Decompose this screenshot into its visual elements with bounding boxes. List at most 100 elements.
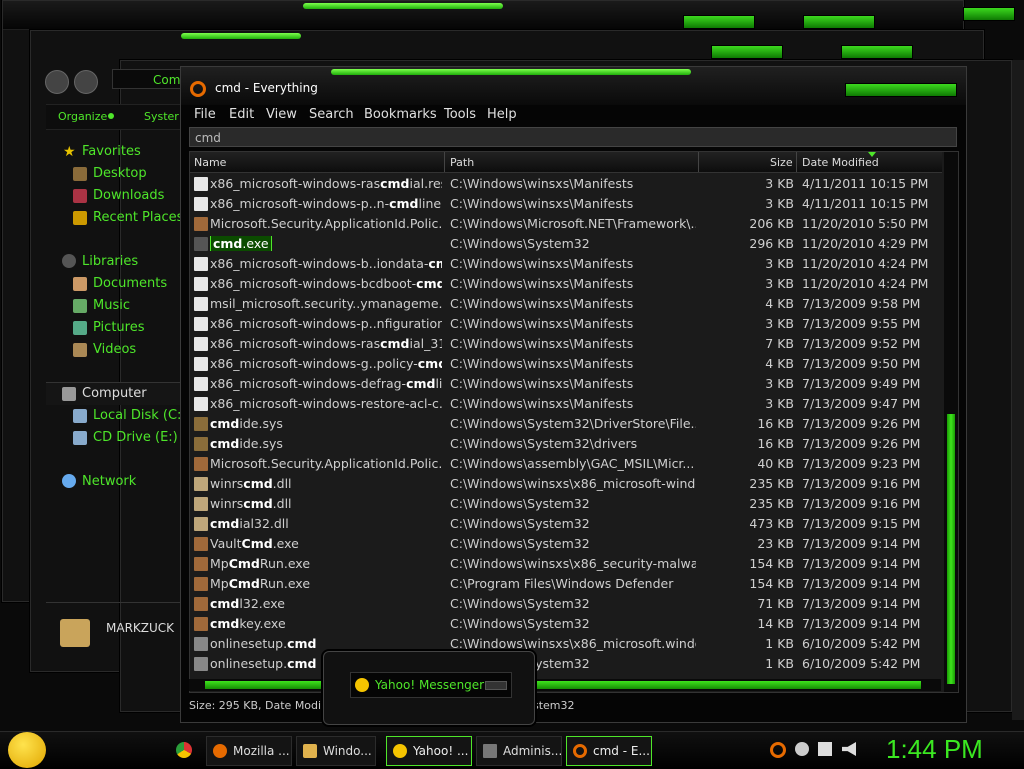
table-row[interactable]: x86_microsoft-windows-rascmdial_31... C:\… xyxy=(190,334,942,354)
start-button[interactable] xyxy=(8,732,46,768)
app-icon xyxy=(194,537,208,551)
nav-local-disk[interactable]: Local Disk (C:) xyxy=(93,408,186,423)
menu-file[interactable]: File xyxy=(194,107,216,122)
tray-search-icon[interactable] xyxy=(770,742,786,758)
taskbar-item-yahoo[interactable]: Yahoo! ... xyxy=(386,736,472,766)
results-rows: x86_microsoft-windows-rascmdial.res... C:… xyxy=(190,174,942,674)
table-row[interactable]: VaultCmd.exe C:\Windows\System32 23 KB 7/13… xyxy=(190,534,942,554)
status-bar: Size: 295 KB, Date Modified stem32 xyxy=(189,699,575,712)
menu-search[interactable]: Search xyxy=(309,107,354,122)
table-row[interactable]: x86_microsoft-windows-bcdboot-cmd... C:\W… xyxy=(190,274,942,294)
row-path: C:\Windows\winsxs\Manifests xyxy=(450,196,634,211)
menu-tools[interactable]: Tools xyxy=(444,107,476,122)
table-row[interactable]: Microsoft.Security.ApplicationId.Polic..… xyxy=(190,454,942,474)
menu-view[interactable]: View xyxy=(266,107,297,122)
row-name-text: cmdkey.exe xyxy=(210,616,286,631)
table-row[interactable]: cmdide.sys C:\Windows\System32\drivers 16 … xyxy=(190,434,942,454)
table-row[interactable]: x86_microsoft-windows-b..iondata-cm... C:… xyxy=(190,254,942,274)
tray-volume-icon[interactable] xyxy=(842,742,856,756)
table-row[interactable]: onlinesetup.cmdC:\Windows\System321 KB6/… xyxy=(190,654,942,674)
table-row[interactable]: x86_microsoft-windows-p..n-cmdline.r... C… xyxy=(190,194,942,214)
row-path: C:\Windows\Microsoft.NET\Framework\... xyxy=(450,216,696,231)
row-path: C:\Windows\winsxs\x86_microsoft-windo... xyxy=(450,476,696,491)
column-date-modified[interactable]: Date Modified xyxy=(802,156,879,169)
table-row[interactable]: cmdial32.dll C:\Windows\System32 473 KB 7/1… xyxy=(190,514,942,534)
row-name-text: x86_microsoft-windows-b..iondata-cm... xyxy=(210,256,442,271)
recent-places-icon xyxy=(73,211,87,225)
sort-arrow-icon xyxy=(868,152,876,157)
table-row[interactable]: cmdl32.exe C:\Windows\System32 71 KB 7/13/2… xyxy=(190,594,942,614)
nav-videos[interactable]: Videos xyxy=(93,342,136,357)
nav-network[interactable]: Network xyxy=(82,474,136,489)
table-row[interactable]: winrscmd.dll C:\Windows\System32 235 KB 7/1… xyxy=(190,494,942,514)
table-row[interactable]: Microsoft.Security.ApplicationId.Polic..… xyxy=(190,214,942,234)
chrome-icon[interactable] xyxy=(176,742,192,758)
row-path: C:\Program Files\Windows Defender xyxy=(450,576,674,591)
horizontal-scrollbar[interactable] xyxy=(189,679,941,691)
table-row[interactable]: MpCmdRun.exe C:\Program Files\Windows Def… xyxy=(190,574,942,594)
table-row[interactable]: msil_microsoft.security..ymanageme... C:\… xyxy=(190,294,942,314)
horizontal-scroll-thumb[interactable] xyxy=(205,681,921,689)
row-name-text: winrscmd.dll xyxy=(210,476,292,491)
row-path: C:\Windows\assembly\GAC_MSIL\Micr... xyxy=(450,456,695,471)
window-controls[interactable] xyxy=(845,83,957,97)
nav-computer[interactable]: Computer xyxy=(82,386,147,401)
table-row[interactable]: x86_microsoft-windows-restore-acl-c... C:… xyxy=(190,394,942,414)
explorer-address-bar[interactable]: Com xyxy=(112,69,182,89)
table-row[interactable]: x86_microsoft-windows-defrag-cmdlin... C:… xyxy=(190,374,942,394)
table-row[interactable]: MpCmdRun.exe C:\Windows\winsxs\x86_securi… xyxy=(190,554,942,574)
menu-bookmarks[interactable]: Bookmarks xyxy=(364,107,437,122)
vertical-scroll-thumb[interactable] xyxy=(947,414,955,684)
row-size: 3 KB xyxy=(765,176,794,191)
title-bar[interactable]: cmd - Everything xyxy=(181,67,966,105)
table-row[interactable]: x86_microsoft-windows-p..nfiguration-...… xyxy=(190,314,942,334)
taskbar-clock[interactable]: 1:44 PM xyxy=(886,734,983,765)
table-row[interactable]: cmdkey.exe C:\Windows\System32 14 KB 7/13/2… xyxy=(190,614,942,634)
column-size[interactable]: Size xyxy=(770,156,793,169)
taskbar-item-mozilla[interactable]: Mozilla ... xyxy=(206,736,292,766)
system-button[interactable]: Syster xyxy=(144,110,179,123)
menu-help[interactable]: Help xyxy=(487,107,517,122)
organize-indicator-icon xyxy=(108,113,114,119)
taskbar-item-windows[interactable]: Windo... xyxy=(296,736,376,766)
taskbar-item-cmd-everything[interactable]: cmd - E... xyxy=(566,736,652,766)
nav-downloads[interactable]: Downloads xyxy=(93,188,164,203)
row-name: x86_microsoft-windows-p..nfiguration-... xyxy=(210,316,442,331)
tray-network-icon[interactable] xyxy=(818,742,832,756)
table-row[interactable]: onlinesetup.cmd C:\Windows\winsxs\x86_mic… xyxy=(190,634,942,654)
row-path: C:\Windows\winsxs\x86_microsoft.windo... xyxy=(450,636,696,651)
nav-recent-places[interactable]: Recent Places xyxy=(93,210,183,225)
tray-yahoo-icon[interactable] xyxy=(795,742,809,756)
table-row[interactable]: x86_microsoft-windows-rascmdial.res... C:… xyxy=(190,174,942,194)
column-name[interactable]: Name xyxy=(194,156,226,169)
row-path: C:\Windows\winsxs\Manifests xyxy=(450,176,634,191)
yahoo-close-icon[interactable] xyxy=(485,681,507,690)
organize-button[interactable]: Organize xyxy=(58,110,107,123)
nav-favorites[interactable]: Favorites xyxy=(82,144,141,159)
table-row[interactable]: winrscmd.dll C:\Windows\winsxs\x86_micros… xyxy=(190,474,942,494)
row-size: 16 KB xyxy=(757,436,794,451)
nav-documents[interactable]: Documents xyxy=(93,276,167,291)
row-size: 7 KB xyxy=(765,336,794,351)
table-row[interactable]: x86_microsoft-windows-g..policy-cmd... C:… xyxy=(190,354,942,374)
everything-search-icon xyxy=(190,81,206,97)
nav-pictures[interactable]: Pictures xyxy=(93,320,144,335)
search-input[interactable]: cmd xyxy=(189,127,957,147)
vertical-scrollbar[interactable] xyxy=(944,152,958,692)
nav-libraries[interactable]: Libraries xyxy=(82,254,138,269)
column-path[interactable]: Path xyxy=(450,156,474,169)
menu-edit[interactable]: Edit xyxy=(229,107,254,122)
row-date: 7/13/2009 9:50 PM xyxy=(802,356,921,371)
nav-desktop[interactable]: Desktop xyxy=(93,166,147,181)
yahoo-messenger-button[interactable]: Yahoo! Messenger xyxy=(350,672,512,698)
nav-cd-drive[interactable]: CD Drive (E:) xyxy=(93,430,178,445)
table-row[interactable]: cmdide.sys C:\Windows\System32\DriverStor… xyxy=(190,414,942,434)
table-row[interactable]: cmd.exe C:\Windows\System32 296 KB 11/20/20… xyxy=(190,234,942,254)
explorer-back-button[interactable] xyxy=(45,70,69,94)
row-date: 7/13/2009 9:14 PM xyxy=(802,536,921,551)
taskbar-item-administrator[interactable]: Adminis... xyxy=(476,736,562,766)
explorer-forward-button[interactable] xyxy=(74,70,98,94)
row-name: Microsoft.Security.ApplicationId.Polic..… xyxy=(210,456,442,471)
nav-music[interactable]: Music xyxy=(93,298,130,313)
row-date: 7/13/2009 9:52 PM xyxy=(802,336,921,351)
